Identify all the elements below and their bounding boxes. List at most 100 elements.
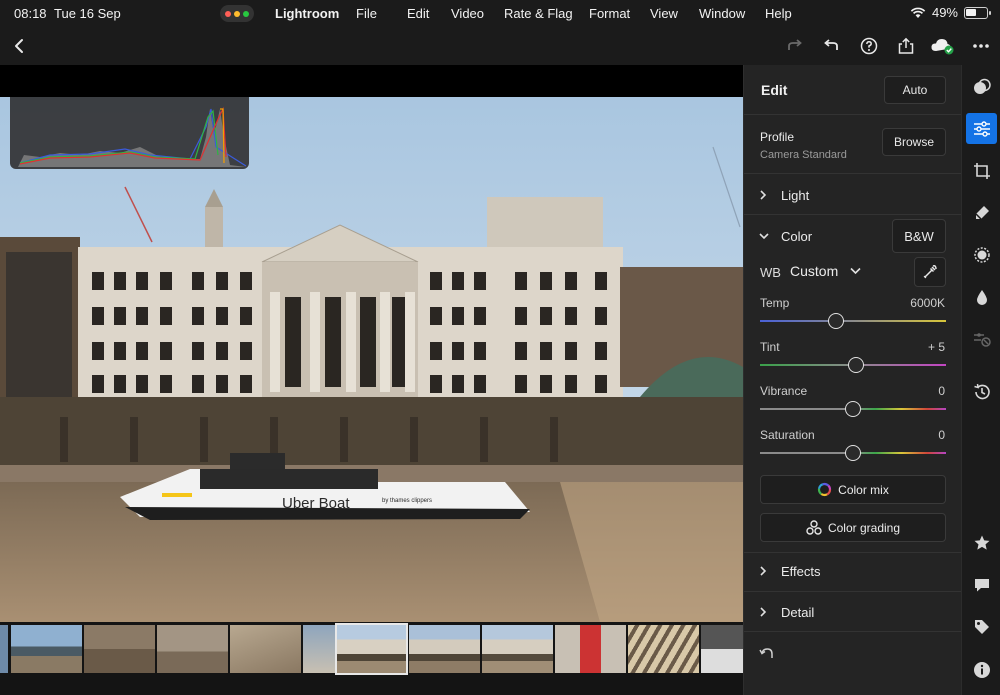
- vibrance-slider[interactable]: [760, 401, 946, 417]
- filmstrip-thumbnail-selected[interactable]: [335, 623, 408, 675]
- cloud-sync-button[interactable]: [929, 34, 955, 58]
- chevron-down-icon: [759, 233, 769, 240]
- menu-file[interactable]: File: [356, 6, 407, 21]
- chevron-right-icon: [760, 566, 767, 576]
- presets-icon: [973, 78, 991, 94]
- auto-button[interactable]: Auto: [884, 76, 946, 104]
- saturation-slider[interactable]: [760, 445, 946, 461]
- menu-rate-flag[interactable]: Rate & Flag: [504, 6, 589, 21]
- divider: [744, 552, 962, 553]
- more-icon: [973, 44, 989, 48]
- menu-video[interactable]: Video: [451, 6, 504, 21]
- tint-slider[interactable]: [760, 357, 946, 373]
- filmstrip-thumbnail[interactable]: [482, 625, 553, 673]
- back-button[interactable]: [6, 34, 32, 58]
- filmstrip-thumbnail[interactable]: [701, 625, 743, 673]
- reset-icon: [759, 648, 773, 658]
- edit-panel: Edit Auto Profile Camera Standard Browse…: [743, 65, 962, 695]
- filmstrip-thumbnail[interactable]: [0, 625, 8, 673]
- color-grading-label: Color grading: [827, 520, 901, 535]
- menu-view[interactable]: View: [650, 6, 699, 21]
- comment-icon: [974, 578, 989, 591]
- effects-section-label: Effects: [781, 564, 821, 579]
- menu-format[interactable]: Format: [589, 6, 650, 21]
- filmstrip[interactable]: [0, 622, 743, 695]
- battery-icon: [964, 6, 991, 19]
- presets-button[interactable]: [966, 71, 997, 102]
- optics-button[interactable]: [966, 281, 997, 312]
- filmstrip-thumbnail[interactable]: [230, 625, 301, 673]
- versions-button[interactable]: [966, 323, 997, 354]
- temp-slider[interactable]: [760, 313, 946, 329]
- menu-help[interactable]: Help: [765, 6, 805, 21]
- color-mix-label: Color mix: [838, 482, 889, 497]
- crop-button[interactable]: [966, 155, 997, 186]
- status-right: 49%: [910, 5, 991, 20]
- close-dot-icon[interactable]: [225, 10, 231, 17]
- redo-button[interactable]: [782, 34, 808, 58]
- reset-button[interactable]: [759, 647, 775, 666]
- wb-label: WB: [760, 265, 781, 280]
- top-toolbar: [0, 28, 1000, 65]
- tool-rail: [961, 65, 1000, 695]
- wifi-icon: [910, 7, 926, 18]
- more-button[interactable]: [968, 34, 994, 58]
- saturation-slider-handle[interactable]: [845, 445, 861, 461]
- profile-label: Profile: [760, 130, 795, 144]
- histogram[interactable]: [10, 97, 249, 169]
- black-white-button[interactable]: B&W: [892, 219, 946, 253]
- main-photo[interactable]: Uber Boat by thames clippers: [0, 97, 743, 622]
- temp-label: Temp: [760, 296, 790, 310]
- divider: [744, 114, 962, 115]
- healing-icon: [974, 205, 989, 220]
- filmstrip-thumbnail[interactable]: [11, 625, 82, 673]
- boat-sub-text: by thames clippers: [382, 498, 432, 504]
- divider: [744, 631, 962, 632]
- filmstrip-thumbnail[interactable]: [555, 625, 626, 673]
- edit-sliders-button[interactable]: [966, 113, 997, 144]
- menu-window[interactable]: Window: [699, 6, 765, 21]
- history-button[interactable]: [966, 376, 997, 407]
- temp-slider-handle[interactable]: [828, 313, 844, 329]
- filmstrip-thumbnail[interactable]: [303, 625, 335, 673]
- color-grading-icon: [806, 520, 822, 535]
- window-controls[interactable]: [220, 5, 254, 22]
- share-button[interactable]: [893, 34, 919, 58]
- filmstrip-thumbnail[interactable]: [157, 625, 228, 673]
- healing-button[interactable]: [966, 197, 997, 228]
- help-button[interactable]: [856, 34, 882, 58]
- wb-dropdown[interactable]: Custom: [790, 263, 861, 279]
- share-icon: [898, 37, 914, 54]
- clock: 08:18: [14, 6, 47, 21]
- undo-button[interactable]: [818, 34, 844, 58]
- menu-bar: Lightroom File Edit Video Rate & Flag Fo…: [262, 6, 805, 21]
- minimize-dot-icon[interactable]: [234, 10, 240, 17]
- back-icon: [15, 39, 23, 53]
- undo-icon: [824, 39, 838, 50]
- filmstrip-thumbnail[interactable]: [84, 625, 155, 673]
- color-mix-button[interactable]: Color mix: [760, 475, 946, 504]
- masking-button[interactable]: [966, 239, 997, 270]
- menu-app-name[interactable]: Lightroom: [275, 6, 356, 21]
- rating-button[interactable]: [966, 527, 997, 558]
- photo-canvas[interactable]: Uber Boat by thames clippers: [0, 65, 743, 622]
- tint-slider-handle[interactable]: [848, 357, 864, 373]
- wb-value: Custom: [790, 263, 839, 279]
- color-grading-button[interactable]: Color grading: [760, 513, 946, 542]
- temp-value: 6000K: [910, 296, 945, 310]
- menu-edit[interactable]: Edit: [407, 6, 451, 21]
- vibrance-slider-handle[interactable]: [845, 401, 861, 417]
- browse-profiles-button[interactable]: Browse: [882, 128, 946, 156]
- status-bar: 08:18 Tue 16 Sep Lightroom File Edit Vid…: [0, 0, 1000, 28]
- chevron-right-icon: [760, 190, 767, 200]
- drop-icon: [976, 289, 987, 305]
- comments-button[interactable]: [966, 569, 997, 600]
- zoom-dot-icon[interactable]: [243, 10, 249, 17]
- info-button[interactable]: [966, 654, 997, 685]
- wb-eyedropper-button[interactable]: [914, 257, 946, 287]
- filmstrip-thumbnail[interactable]: [409, 625, 480, 673]
- keywords-button[interactable]: [966, 611, 997, 642]
- tint-label: Tint: [760, 340, 780, 354]
- vibrance-value: 0: [938, 384, 945, 398]
- filmstrip-thumbnail[interactable]: [628, 625, 699, 673]
